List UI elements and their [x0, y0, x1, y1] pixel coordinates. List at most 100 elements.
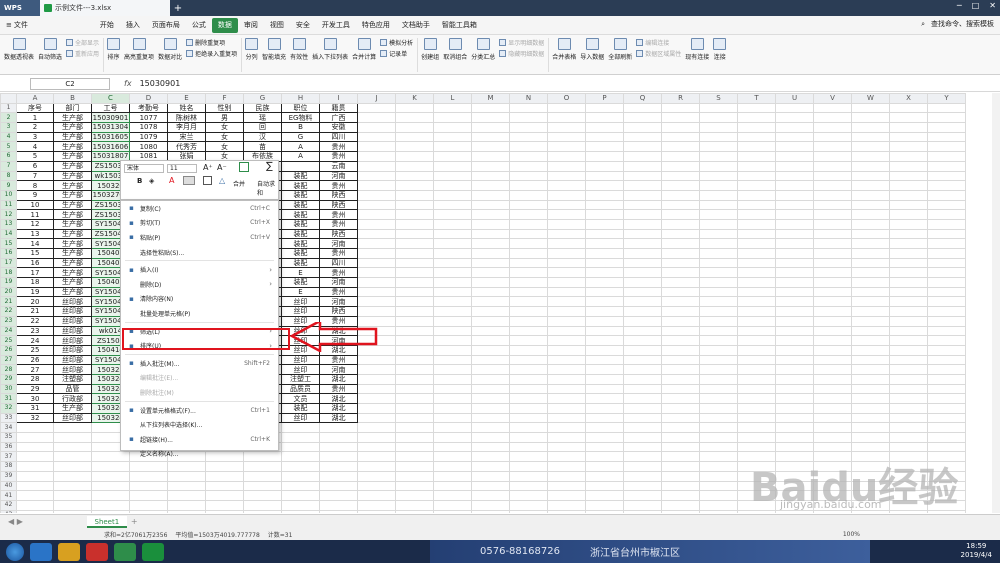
cell[interactable]: A [281, 151, 320, 162]
cell[interactable] [471, 218, 510, 230]
cell[interactable] [471, 131, 510, 143]
cell[interactable] [585, 441, 624, 453]
cell[interactable] [661, 412, 700, 424]
cell[interactable]: 宋兰 [167, 131, 206, 143]
cell[interactable] [471, 509, 510, 513]
cell[interactable] [851, 403, 890, 414]
cell[interactable] [623, 373, 662, 385]
cell[interactable] [585, 461, 624, 472]
cell[interactable] [471, 422, 510, 434]
cell[interactable] [889, 335, 928, 346]
column-header[interactable]: J [357, 93, 396, 104]
cell[interactable] [699, 432, 738, 443]
cell[interactable] [395, 490, 434, 501]
cell[interactable] [16, 441, 54, 453]
cell[interactable] [357, 209, 396, 220]
cell[interactable] [699, 412, 738, 424]
cell[interactable] [395, 180, 434, 191]
cell[interactable] [395, 335, 434, 346]
cell[interactable] [585, 102, 624, 114]
cell[interactable]: 生产部 [53, 180, 92, 191]
row-header[interactable]: 29 [0, 373, 17, 385]
cell[interactable] [813, 209, 852, 220]
cell[interactable] [661, 170, 700, 182]
cell[interactable] [813, 373, 852, 385]
cell[interactable] [357, 238, 396, 249]
cell[interactable] [433, 170, 472, 182]
cell[interactable] [509, 412, 548, 424]
menu-tab-0[interactable]: 开始 [94, 18, 120, 33]
cell[interactable] [395, 451, 434, 463]
name-box[interactable]: C2 [30, 77, 110, 90]
cell[interactable] [471, 461, 510, 472]
cell[interactable] [395, 238, 434, 249]
cell[interactable]: 装配 [281, 199, 320, 211]
cell[interactable] [585, 160, 624, 172]
cell[interactable] [813, 248, 852, 259]
cell[interactable] [205, 509, 244, 513]
cell[interactable] [471, 315, 510, 327]
cell[interactable] [509, 131, 548, 143]
cell[interactable] [813, 403, 852, 414]
cell[interactable] [775, 180, 814, 191]
cell[interactable] [775, 170, 814, 182]
cell[interactable] [699, 364, 738, 375]
cell[interactable]: 丝印 [281, 306, 320, 317]
cell[interactable] [167, 461, 206, 472]
cell[interactable] [889, 403, 928, 414]
row-header[interactable]: 17 [0, 257, 17, 269]
cell[interactable]: 装配 [281, 209, 320, 220]
ribbon-button-18[interactable]: 分类汇总 [471, 35, 495, 61]
cell[interactable]: 丝印部 [53, 296, 92, 308]
cell[interactable]: 生产部 [53, 238, 92, 249]
cell[interactable] [471, 122, 510, 133]
row-header[interactable]: 1 [0, 102, 17, 114]
cell[interactable] [471, 325, 510, 337]
cell[interactable] [927, 248, 966, 259]
wps-app-button[interactable]: WPS [0, 0, 40, 16]
row-header[interactable]: 10 [0, 189, 17, 201]
cell[interactable] [699, 277, 738, 288]
cell[interactable] [547, 277, 586, 288]
cell[interactable] [129, 490, 168, 501]
cell[interactable] [775, 344, 814, 356]
context-menu-item[interactable]: ▪ 超链接(H)... Ctrl+K [121, 432, 278, 447]
cell[interactable]: 生产部 [53, 248, 92, 259]
cell[interactable] [623, 441, 662, 453]
cell[interactable] [623, 364, 662, 375]
cell[interactable] [661, 306, 700, 317]
cell[interactable] [433, 267, 472, 279]
cell[interactable] [661, 228, 700, 240]
cell[interactable]: 7 [16, 170, 54, 182]
cell[interactable]: 15031304 [91, 122, 130, 133]
cell[interactable] [471, 470, 510, 482]
cell[interactable] [471, 267, 510, 279]
cell[interactable]: 5 [16, 151, 54, 162]
cell[interactable] [547, 422, 586, 434]
cell[interactable] [16, 451, 54, 463]
cell[interactable]: 27 [16, 364, 54, 375]
cell[interactable] [243, 499, 282, 511]
ribbon-button-26[interactable]: 连接 [713, 35, 727, 61]
cell[interactable] [471, 499, 510, 511]
cell[interactable] [357, 267, 396, 279]
cell[interactable] [509, 267, 548, 279]
cell[interactable] [433, 364, 472, 375]
cell[interactable]: 生产部 [53, 141, 92, 153]
row-header[interactable]: 6 [0, 151, 17, 162]
ribbon-button-23[interactable]: 全部刷新 [608, 35, 632, 61]
cell[interactable]: G [281, 131, 320, 143]
context-menu-item[interactable]: 选择性粘贴(S)... [121, 245, 278, 260]
cell[interactable] [851, 141, 890, 153]
cell[interactable] [623, 344, 662, 356]
cell[interactable] [661, 131, 700, 143]
cell[interactable] [737, 393, 776, 404]
cell[interactable] [471, 141, 510, 153]
cell[interactable] [851, 393, 890, 404]
cell[interactable] [623, 209, 662, 220]
cell[interactable] [471, 451, 510, 463]
context-menu-item[interactable]: 批量处理单元格(P) [121, 306, 278, 321]
cell[interactable] [547, 160, 586, 172]
menu-tab-7[interactable]: 安全 [290, 18, 316, 33]
row-header[interactable]: 25 [0, 335, 17, 346]
